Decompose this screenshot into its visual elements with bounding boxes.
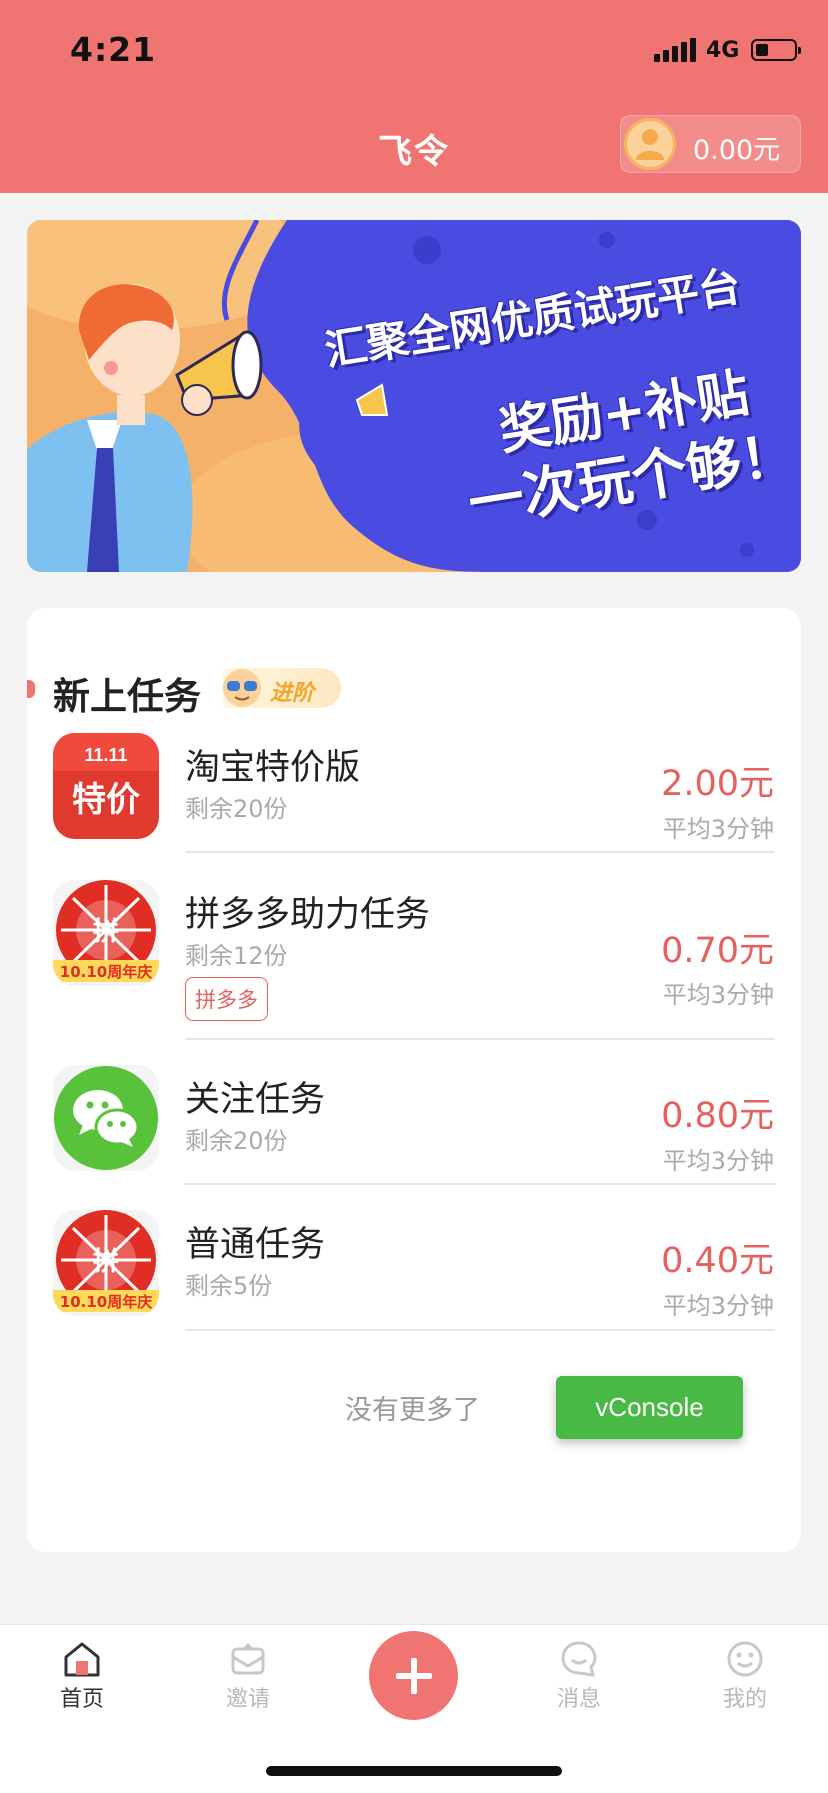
task-duration: 平均3分钟: [662, 1292, 774, 1320]
task-name: 关注任务: [185, 1080, 326, 1120]
advanced-badge[interactable]: 进阶: [223, 668, 341, 708]
badge-label: 进阶: [270, 681, 315, 706]
tab-mine[interactable]: 我的: [690, 1639, 800, 1713]
smiley-icon: [725, 1639, 765, 1679]
task-reward: 0.70元: [661, 931, 774, 971]
task-name: 淘宝特价版: [185, 748, 361, 788]
battery-icon: [751, 39, 802, 61]
status-indicators: 4G: [654, 36, 802, 64]
task-item[interactable]: 11.11 特价 淘宝特价版 剩余20份 2.00元 平均3分钟: [27, 733, 801, 861]
task-reward: 2.00元: [661, 764, 774, 804]
divider: [185, 1038, 775, 1040]
publish-button[interactable]: [369, 1631, 458, 1720]
task-item[interactable]: 拼 10.10周年庆 普通任务 剩余5份 0.40元 平均3分钟: [27, 1210, 801, 1338]
task-remaining: 剩余20份: [185, 1127, 288, 1155]
app-header: 4:21 4G 飞令 0.00元: [0, 0, 828, 193]
plus-icon: [395, 1657, 432, 1694]
task-item[interactable]: 关注任务 剩余20份 0.80元 平均3分钟: [27, 1065, 801, 1193]
task-remaining: 剩余5份: [185, 1272, 273, 1300]
task-duration: 平均3分钟: [662, 981, 774, 1009]
envelope-icon: [228, 1639, 268, 1679]
task-remaining: 剩余20份: [185, 795, 288, 823]
tejia-main-text: 特价: [72, 780, 140, 820]
task-reward: 0.40元: [661, 1241, 774, 1281]
task-remaining: 剩余12份: [185, 942, 288, 970]
tab-home-label: 首页: [59, 1687, 104, 1712]
section-marker: [27, 680, 35, 698]
task-duration: 平均3分钟: [662, 815, 774, 843]
task-name: 拼多多助力任务: [185, 895, 431, 935]
balance-amount: 0.00元: [693, 135, 781, 166]
platform-tag: 拼多多: [185, 977, 268, 1021]
status-time: 4:21: [70, 30, 157, 69]
task-reward: 0.80元: [661, 1096, 774, 1136]
tab-invite-label: 邀请: [225, 1687, 270, 1712]
glasses-face-icon: [223, 669, 261, 707]
divider: [185, 1183, 775, 1185]
task-name: 普通任务: [185, 1225, 326, 1265]
task-list-card: 新上任务 进阶 11.11 特价 淘宝特价版 剩余20份 2.00元 平均3分钟…: [27, 608, 801, 1552]
tejia-top-text: 11.11: [84, 745, 127, 765]
avatar: [624, 118, 676, 170]
tab-messages[interactable]: 消息: [524, 1639, 634, 1713]
wechat-icon: [53, 1065, 159, 1171]
pinduoduo-icon: 拼 10.10周年庆: [53, 1210, 159, 1316]
pdd-banner-text: 10.10周年庆: [60, 1293, 152, 1311]
user-icon: [636, 129, 664, 160]
vconsole-button[interactable]: vConsole: [556, 1376, 743, 1439]
divider: [185, 851, 775, 853]
home-icon: [62, 1639, 102, 1679]
taobao-tejia-icon: 11.11 特价: [53, 733, 159, 839]
promo-banner[interactable]: 汇聚全网优质试玩平台 奖励+补贴 一次玩个够！: [27, 220, 801, 572]
pdd-main-text: 拼: [93, 917, 119, 947]
section-title: 新上任务: [53, 675, 201, 718]
pdd-banner-text: 10.10周年庆: [60, 963, 152, 981]
signal-icon: [654, 38, 696, 62]
balance-button[interactable]: 0.00元: [620, 115, 801, 173]
tab-mine-label: 我的: [722, 1687, 767, 1712]
tab-home[interactable]: 首页: [27, 1639, 137, 1713]
task-item[interactable]: 拼 10.10周年庆 拼多多助力任务 剩余12份 拼多多 0.70元 平均3分钟: [27, 880, 801, 1040]
divider: [185, 1329, 775, 1331]
pinduoduo-icon: 拼 10.10周年庆: [53, 880, 159, 986]
pdd-main-text: 拼: [93, 1247, 119, 1277]
home-indicator: [266, 1766, 562, 1776]
chat-bubble-icon: [559, 1639, 599, 1679]
tab-messages-label: 消息: [556, 1687, 601, 1712]
tab-invite[interactable]: 邀请: [193, 1639, 303, 1713]
network-label: 4G: [706, 37, 740, 63]
no-more-text: 没有更多了: [345, 1395, 480, 1426]
section-header: 新上任务 进阶: [27, 660, 801, 718]
task-duration: 平均3分钟: [662, 1147, 774, 1175]
